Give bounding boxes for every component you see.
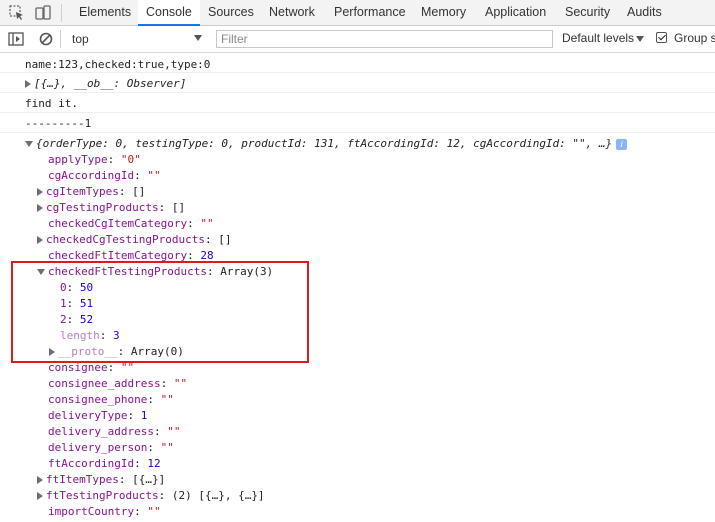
prop-row: consignee_phone: "" (48, 393, 174, 406)
info-icon[interactable]: i (616, 138, 628, 150)
sidebar-toggle-icon[interactable] (7, 30, 25, 48)
array-item-row: 2: 52 (60, 313, 94, 326)
tab-security[interactable]: Security (565, 0, 610, 25)
prop-row: checkedFtItemCategory: 28 (48, 249, 214, 262)
device-toolbar-icon[interactable] (34, 4, 52, 22)
console-message: [{…}, __ob__: Observer] (0, 73, 715, 93)
prop-row: consignee: "" (48, 361, 135, 374)
proto-row[interactable]: __proto__: Array(0) (49, 344, 184, 360)
prop-row-expandable[interactable]: cgTestingProducts: [] (37, 200, 185, 216)
prop-row: checkedCgItemCategory: "" (48, 217, 214, 230)
filter-input[interactable] (216, 30, 553, 48)
log-array-expandable[interactable]: [{…}, __ob__: Observer] (25, 76, 186, 92)
expand-arrow-icon[interactable] (37, 188, 43, 196)
expand-arrow-icon[interactable] (37, 492, 43, 500)
expand-arrow-icon[interactable] (37, 236, 43, 244)
array-item-row: 0: 50 (60, 281, 94, 294)
object-summary-row[interactable]: {orderType: 0, testingType: 0, productId… (25, 136, 628, 152)
console-message: name:123,checked:true,type:0 (0, 57, 715, 73)
chevron-down-icon (194, 35, 202, 41)
expand-arrow-icon[interactable] (37, 476, 43, 484)
toolbar-divider (60, 30, 61, 48)
expand-arrow-icon[interactable] (49, 348, 55, 356)
prop-row: cgAccordingId: "" (48, 169, 161, 182)
devtools-tabbar: Elements Console Sources Network Perform… (0, 0, 715, 26)
prop-row-expandable[interactable]: checkedCgTestingProducts: [] (37, 232, 231, 248)
prop-row: delivery_person: "" (48, 441, 174, 454)
array-item-row: 1: 51 (60, 297, 94, 310)
tab-console[interactable]: Console (138, 0, 200, 26)
expand-arrow-icon[interactable] (37, 204, 43, 212)
prop-row-expanded[interactable]: checkedFtTestingProducts: Array(3) (37, 264, 273, 280)
clear-console-icon[interactable] (37, 30, 55, 48)
prop-row: ftAccordingId: 12 (48, 457, 161, 470)
log-text: ---------1 (25, 117, 92, 130)
prop-row: applyType: "0" (48, 153, 141, 166)
collapse-arrow-icon[interactable] (37, 269, 45, 275)
prop-row: consignee_address: "" (48, 377, 188, 390)
inspect-element-icon[interactable] (8, 4, 26, 22)
tab-performance[interactable]: Performance (334, 0, 406, 25)
prop-row-expandable[interactable]: cgItemTypes: [] (37, 184, 145, 200)
log-text: name:123,checked:true,type:0 (25, 58, 211, 71)
prop-row-expandable[interactable]: ftTestingProducts: (2) [{…}, {…}] (37, 488, 265, 504)
console-message-object: {orderType: 0, testingType: 0, productId… (0, 133, 715, 522)
tab-elements[interactable]: Elements (79, 0, 131, 25)
object-summary: {orderType: 0, testingType: 0, productId… (36, 137, 613, 150)
tab-network[interactable]: Network (269, 0, 315, 25)
expand-arrow-icon[interactable] (25, 80, 31, 88)
prop-row: deliveryType: 1 (48, 409, 148, 422)
tab-sources[interactable]: Sources (208, 0, 254, 25)
console-message: ---------1 (0, 113, 715, 133)
tab-audits[interactable]: Audits (627, 0, 662, 25)
log-text: find it. (25, 97, 78, 110)
console-output: name:123,checked:true,type:0 [{…}, __ob_… (0, 53, 715, 522)
context-value: top (72, 32, 89, 46)
array-length-row: length: 3 (60, 329, 120, 342)
collapse-arrow-icon[interactable] (25, 141, 33, 147)
group-similar-label: Group s (674, 31, 715, 45)
tab-memory[interactable]: Memory (421, 0, 466, 25)
group-similar-checkbox[interactable] (656, 32, 667, 43)
console-toolbar: top Default levels Group s (0, 26, 715, 53)
log-levels-dropdown[interactable]: Default levels (562, 31, 634, 45)
console-message: find it. (0, 93, 715, 113)
chevron-down-icon[interactable] (636, 36, 644, 42)
prop-row: importCountry: "" (48, 505, 161, 518)
prop-row: delivery_address: "" (48, 425, 181, 438)
log-array-summary: [{…}, __ob__: Observer] (34, 77, 187, 90)
context-selector[interactable]: top (66, 30, 206, 48)
tab-application[interactable]: Application (485, 0, 546, 25)
toolbar-divider (61, 4, 62, 22)
prop-row-expandable[interactable]: ftItemTypes: [{…}] (37, 472, 165, 488)
